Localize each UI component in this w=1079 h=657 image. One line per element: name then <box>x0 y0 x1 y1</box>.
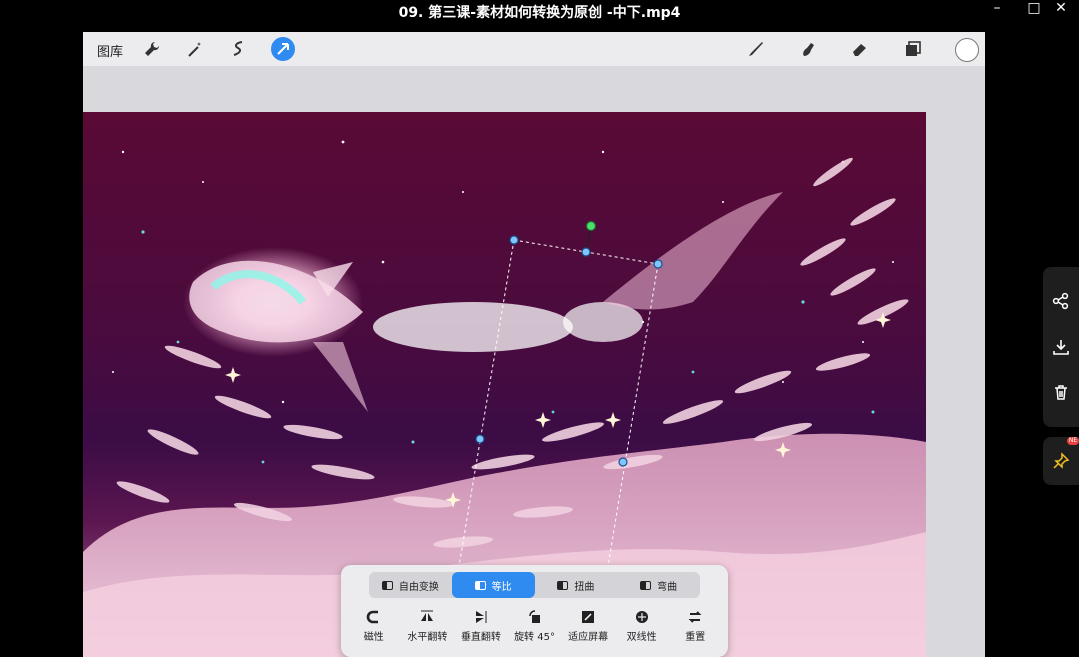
tab-label: 自由变换 <box>398 581 439 593</box>
action-label: 垂直翻转 <box>460 632 501 643</box>
eraser-icon[interactable] <box>848 37 872 61</box>
download-icon[interactable] <box>1052 338 1070 356</box>
share-icon[interactable] <box>1052 292 1070 310</box>
new-badge: NE <box>1067 437 1079 445</box>
rotate-45-button[interactable]: 旋转 45° <box>508 609 562 643</box>
bilinear-button[interactable]: 双线性 <box>615 609 669 643</box>
transform-arrow-icon[interactable] <box>271 37 295 61</box>
action-label: 适应屏幕 <box>568 632 609 643</box>
action-label: 水平翻转 <box>407 632 448 643</box>
procreate-app: 图库 自由变换 等比 扭曲 弯曲 磁性 水平翻转 垂直翻转 旋转 45° 适应屏… <box>83 32 985 657</box>
transform-actions: 磁性 水平翻转 垂直翻转 旋转 45° 适应屏幕 双线性 重置 <box>341 609 728 643</box>
trash-icon[interactable] <box>1052 383 1070 401</box>
distort-icon <box>557 580 569 590</box>
magnet-icon <box>366 610 378 624</box>
fit-screen-button[interactable]: 适应屏幕 <box>561 609 615 643</box>
fit-screen-icon <box>582 611 595 623</box>
reset-button[interactable]: 重置 <box>668 609 722 643</box>
flip-horizontal-button[interactable]: 水平翻转 <box>401 609 455 643</box>
magnet-button[interactable]: 磁性 <box>347 609 401 643</box>
window-titlebar: 09. 第三课-素材如何转换为原创 -中下.mp4 – □ ✕ <box>0 0 1079 22</box>
close-button[interactable]: ✕ <box>1043 0 1079 20</box>
floating-side-panel <box>1043 267 1079 427</box>
flip-vertical-button[interactable]: 垂直翻转 <box>454 609 508 643</box>
color-picker-button[interactable] <box>955 38 979 62</box>
bilinear-icon <box>635 611 648 623</box>
top-toolbar: 图库 <box>83 32 985 66</box>
tab-label: 等比 <box>491 581 512 593</box>
minimize-button[interactable]: – <box>979 0 1015 20</box>
smudge-icon[interactable] <box>796 37 820 61</box>
transform-mode-tabs: 自由变换 等比 扭曲 弯曲 <box>369 572 700 598</box>
layers-icon[interactable] <box>901 37 925 61</box>
flip-horizontal-icon <box>421 610 434 621</box>
gallery-button[interactable]: 图库 <box>97 41 123 60</box>
free-transform-icon <box>381 580 393 590</box>
flip-vertical-icon <box>475 611 487 623</box>
tab-label: 弯曲 <box>657 581 678 593</box>
tab-warp[interactable]: 弯曲 <box>617 572 700 598</box>
selection-icon[interactable] <box>226 37 250 61</box>
brush-icon[interactable] <box>744 37 768 61</box>
action-label: 双线性 <box>626 632 657 643</box>
warp-icon <box>640 580 652 590</box>
rotate-icon <box>528 610 540 623</box>
window-title: 09. 第三课-素材如何转换为原创 -中下.mp4 <box>398 5 681 21</box>
magic-wand-icon[interactable] <box>183 37 207 61</box>
wrench-icon[interactable] <box>140 37 164 61</box>
action-label: 旋转 45° <box>514 632 555 643</box>
transform-panel: 自由变换 等比 扭曲 弯曲 磁性 水平翻转 垂直翻转 旋转 45° 适应屏幕 双… <box>341 565 728 657</box>
uniform-icon <box>474 580 486 590</box>
pin-icon[interactable] <box>1052 452 1070 470</box>
tab-label: 扭曲 <box>574 581 595 593</box>
action-label: 磁性 <box>363 632 384 643</box>
tab-distort[interactable]: 扭曲 <box>535 572 618 598</box>
action-label: 重置 <box>685 632 706 643</box>
tab-uniform[interactable]: 等比 <box>451 572 535 598</box>
tab-free-transform[interactable]: 自由变换 <box>369 572 452 598</box>
reset-icon <box>688 611 702 623</box>
